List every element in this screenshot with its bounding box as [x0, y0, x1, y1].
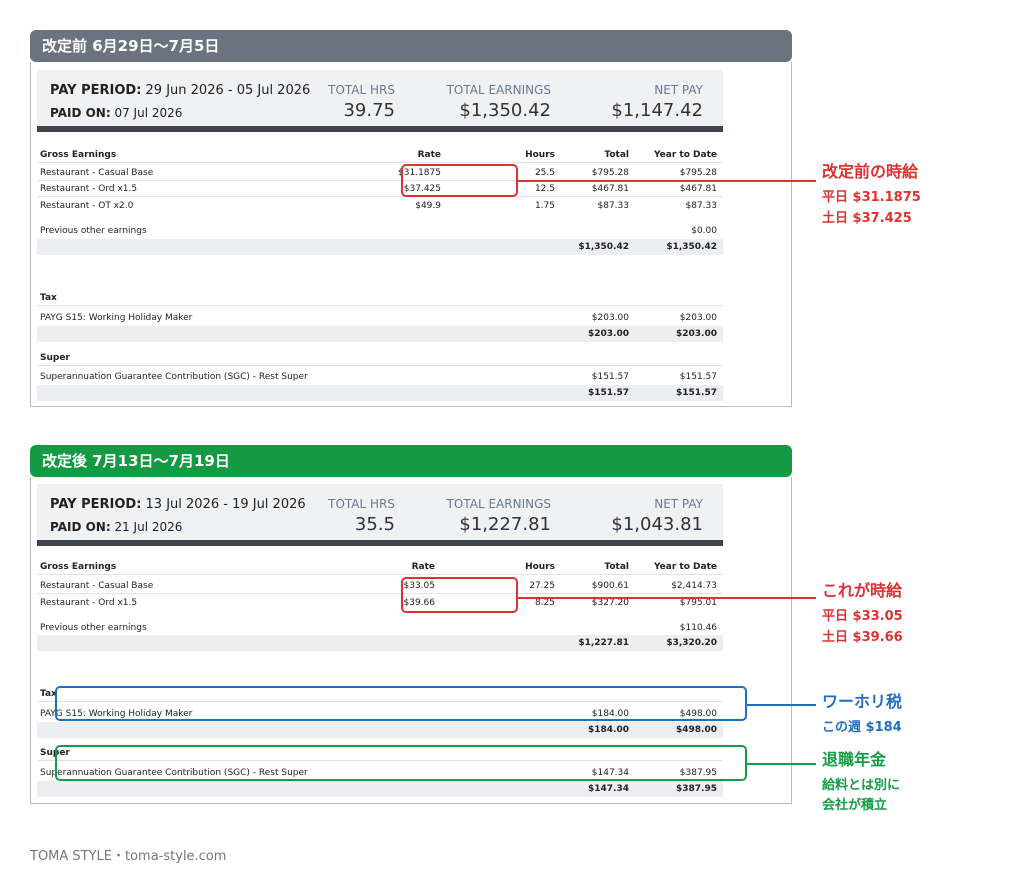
- total-hrs-value: 35.5: [354, 514, 395, 535]
- tax-highlight: [55, 686, 747, 721]
- total-hrs-value: 39.75: [343, 100, 395, 121]
- table-header: Gross Earnings Rate Hours Total Year to …: [37, 559, 723, 575]
- total-earnings-label: TOTAL EARNINGS: [446, 497, 551, 511]
- net-pay-value: $1,043.81: [611, 514, 703, 535]
- super-highlight: [55, 745, 747, 781]
- paid-on: PAID ON: 21 Jul 2026: [50, 520, 183, 534]
- earnings-subtotal-row: $1,227.81 $3,320.20: [37, 635, 723, 651]
- tax-annotation: ワーホリ税 この週 $184: [822, 692, 903, 735]
- total-earnings-label: TOTAL EARNINGS: [446, 83, 551, 97]
- after-rate-highlight: [401, 577, 518, 613]
- total-earnings-value: $1,227.81: [459, 514, 551, 535]
- net-pay-label: NET PAY: [654, 497, 703, 511]
- earnings-subtotal-row: $1,350.42 $1,350.42: [37, 239, 723, 255]
- table-row: Restaurant - Casual Base $31.1875 25.5 $…: [37, 165, 723, 181]
- tax-subtotal-row: $184.00 $498.00: [37, 722, 723, 738]
- before-banner: 改定前 6月29日〜7月5日: [30, 30, 792, 62]
- before-rate-annotation: 改定前の時給 平日 $31.1875 土日 $37.425: [822, 162, 921, 226]
- paid-on: PAID ON: 07 Jul 2026: [50, 106, 183, 120]
- previous-earnings-row: Previous other earnings $110.46: [40, 623, 717, 633]
- after-rate-connector: [518, 597, 816, 599]
- header-divider: [37, 126, 723, 132]
- pay-period: PAY PERIOD: 13 Jul 2026 - 19 Jul 2026: [50, 497, 306, 512]
- super-row: Superannuation Guarantee Contribution (S…: [40, 372, 717, 382]
- after-summary-header: PAY PERIOD: 13 Jul 2026 - 19 Jul 2026 PA…: [37, 484, 723, 546]
- footer-credit: TOMA STYLE・toma-style.com: [30, 849, 227, 864]
- before-rate-connector: [518, 180, 816, 182]
- table-row: Restaurant - Ord x1.5 $37.425 12.5 $467.…: [37, 181, 723, 197]
- previous-earnings-row: Previous other earnings $0.00: [40, 226, 717, 236]
- pay-period: PAY PERIOD: 29 Jun 2026 - 05 Jul 2026: [50, 83, 311, 98]
- super-subtotal-row: $151.57 $151.57: [37, 385, 723, 401]
- super-connector: [747, 763, 816, 765]
- tax-row: PAYG S15: Working Holiday Maker $203.00 …: [40, 313, 717, 323]
- total-hrs-label: TOTAL HRS: [328, 83, 395, 97]
- total-earnings-value: $1,350.42: [459, 100, 551, 121]
- super-section-title: Super: [37, 350, 723, 366]
- tax-subtotal-row: $203.00 $203.00: [37, 326, 723, 342]
- total-hrs-label: TOTAL HRS: [328, 497, 395, 511]
- after-banner: 改定後 7月13日〜7月19日: [30, 445, 792, 477]
- before-summary-header: PAY PERIOD: 29 Jun 2026 - 05 Jul 2026 PA…: [37, 70, 723, 132]
- super-annotation: 退職年金 給料とは別に 会社が積立: [822, 750, 901, 813]
- table-row: Restaurant - OT x2.0 $49.9 1.75 $87.33 $…: [40, 201, 717, 211]
- super-subtotal-row: $147.34 $387.95: [37, 781, 723, 797]
- tax-connector: [747, 704, 816, 706]
- tax-section-title: Tax: [37, 290, 723, 306]
- net-pay-value: $1,147.42: [611, 100, 703, 121]
- table-row: Restaurant - Casual Base $33.05 27.25 $9…: [37, 578, 723, 594]
- net-pay-label: NET PAY: [654, 83, 703, 97]
- header-divider: [37, 540, 723, 546]
- after-rate-annotation: これが時給 平日 $33.05 土日 $39.66: [822, 581, 903, 645]
- before-rate-highlight: [401, 164, 518, 197]
- table-header: Gross Earnings Rate Hours Total Year to …: [37, 147, 723, 163]
